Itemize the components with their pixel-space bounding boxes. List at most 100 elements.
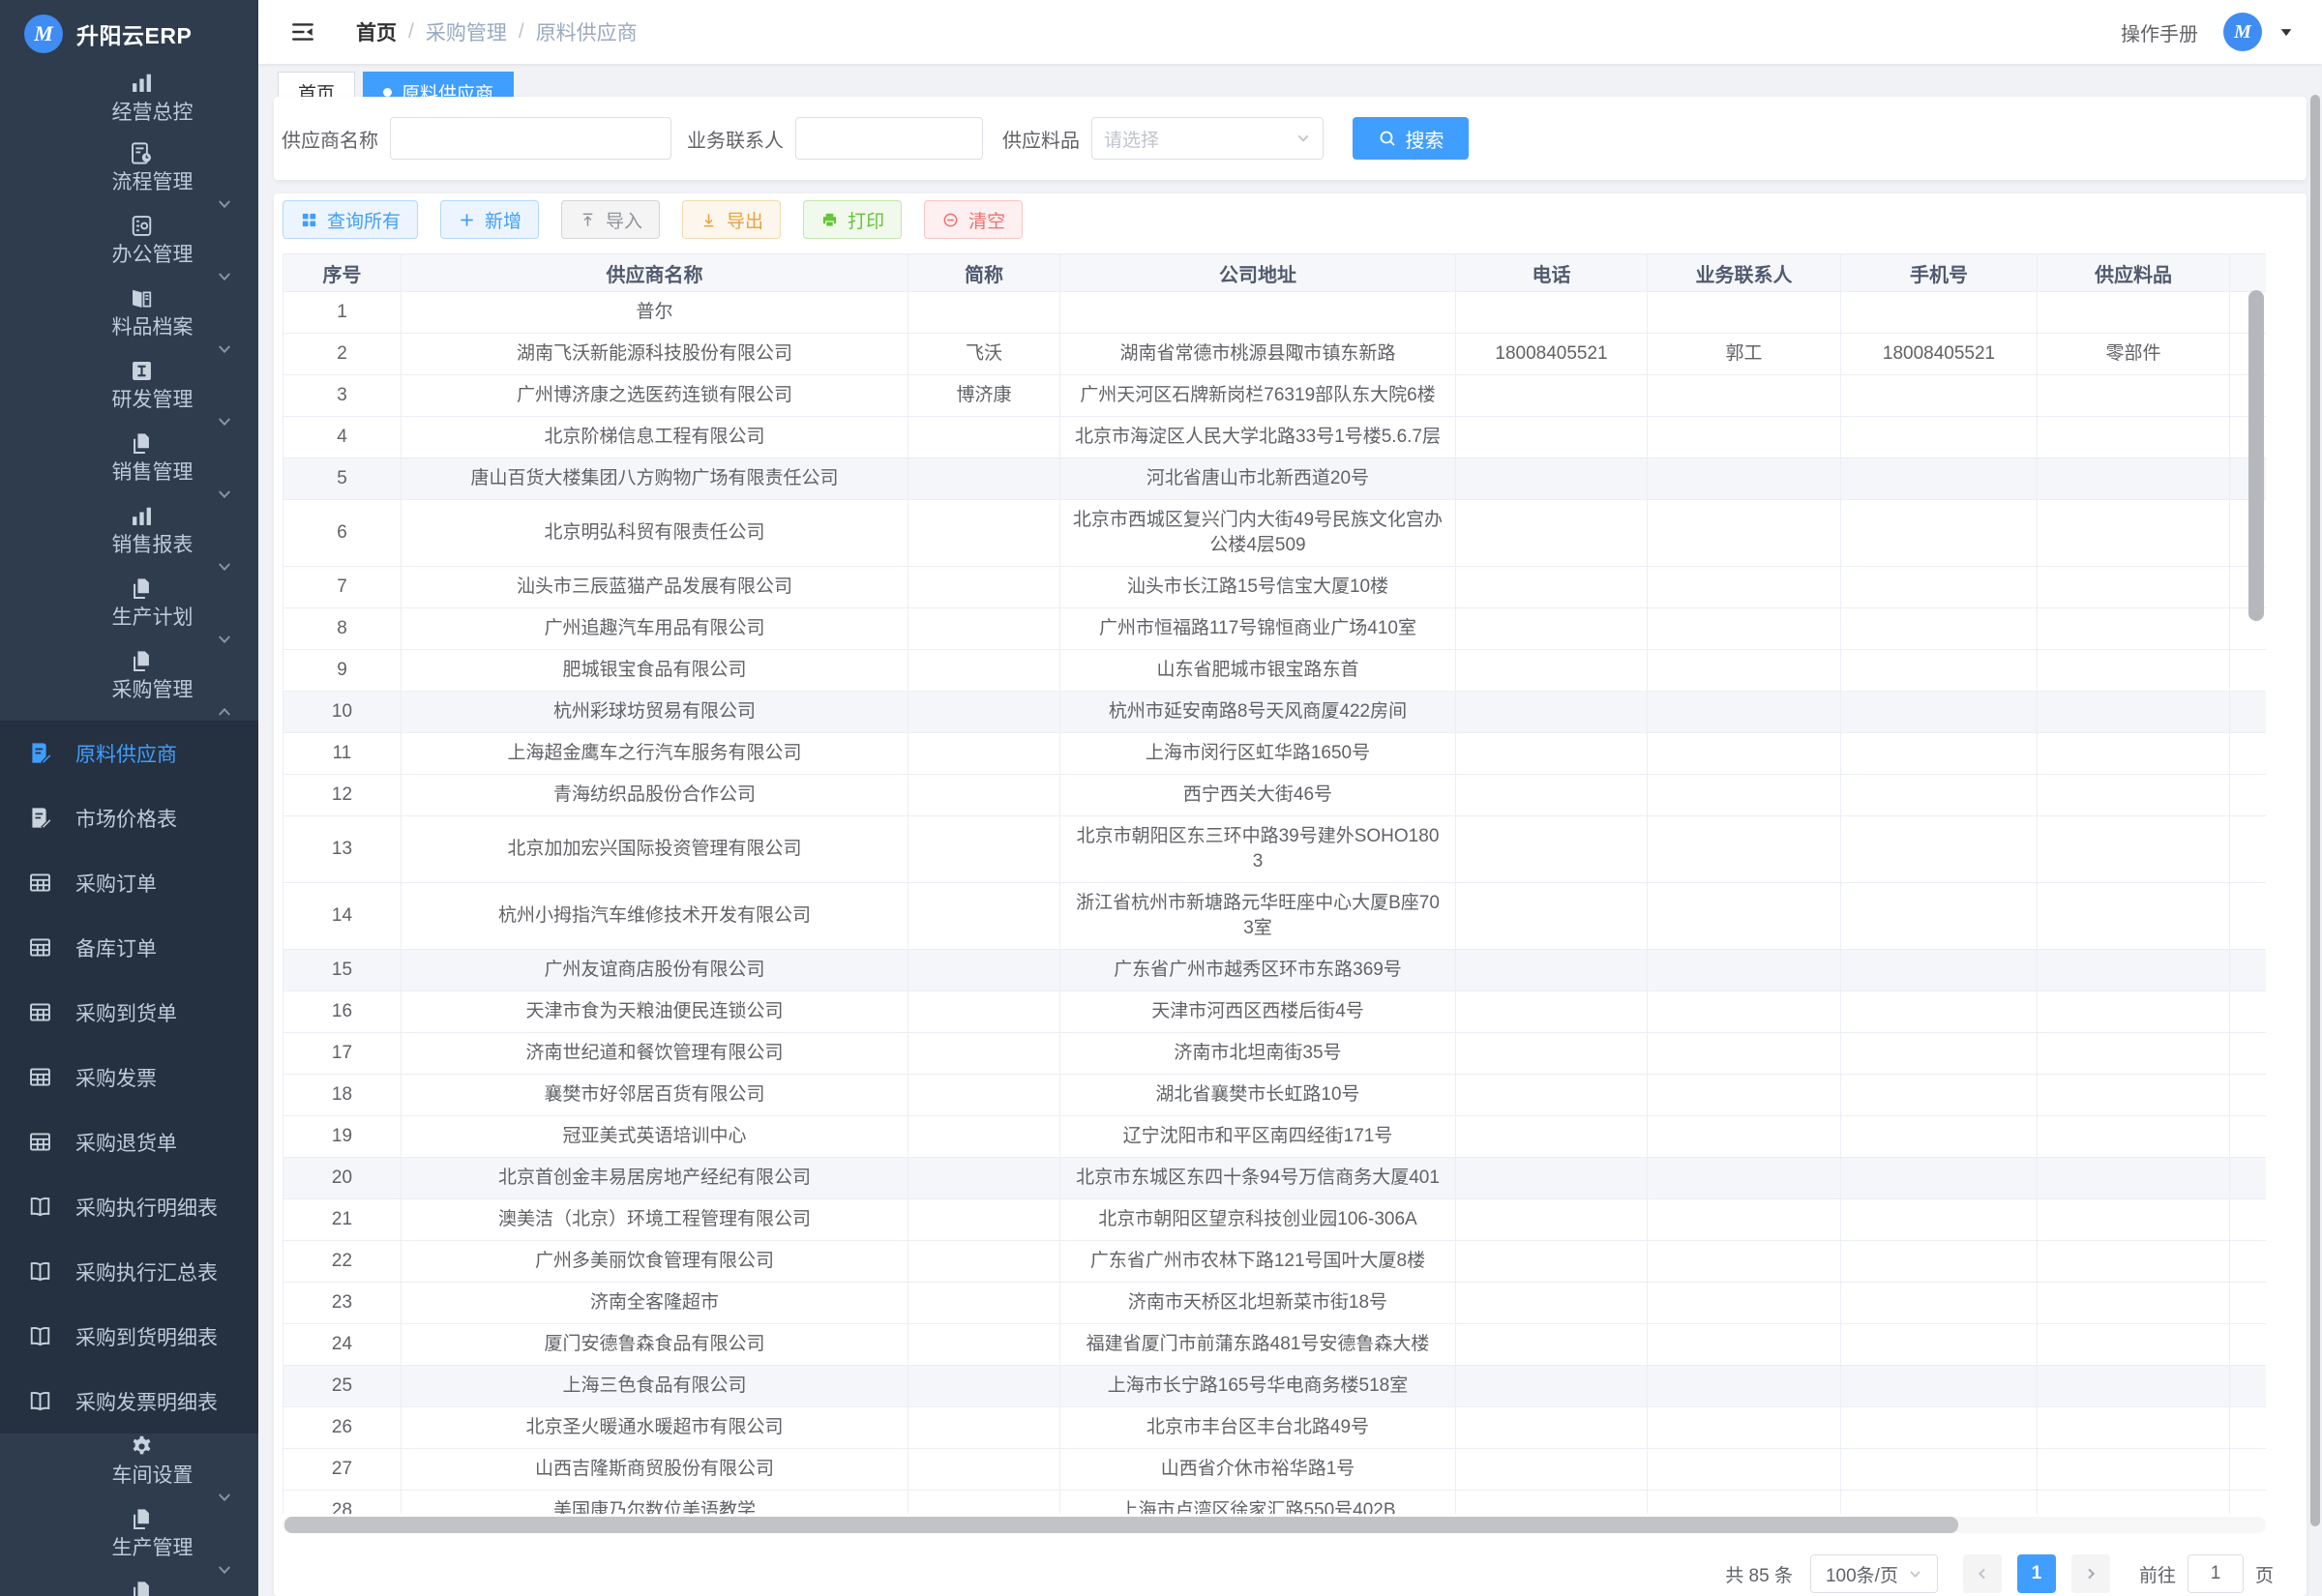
next-page-button[interactable] — [2071, 1554, 2110, 1593]
sidebar-item-采购发票[interactable]: 采购发票 — [0, 1045, 258, 1109]
table-vertical-scrollbar[interactable] — [2248, 290, 2264, 621]
导入-button[interactable]: 导入 — [561, 200, 660, 239]
sidebar-item-采购管理[interactable]: 采购管理 — [0, 648, 258, 721]
column-header-简称: 简称 — [908, 254, 1060, 292]
table-row[interactable]: 11上海超金鹰车之行汽车服务有限公司上海市闵行区虹华路1650号 — [283, 733, 2267, 775]
table-cell — [1841, 1324, 2038, 1366]
table-row[interactable]: 14杭州小拇指汽车维修技术开发有限公司浙江省杭州市新塘路元华旺座中心大厦B座70… — [283, 883, 2267, 950]
table-cell: 北京市东城区东四十条94号万信商务大厦401 — [1060, 1158, 1456, 1199]
table-row[interactable]: 23济南全客隆超市济南市天桥区北坦新菜市街18号 — [283, 1283, 2267, 1324]
导出-button[interactable]: 导出 — [682, 200, 781, 239]
prev-page-button[interactable] — [1963, 1554, 2002, 1593]
current-page-button[interactable]: 1 — [2017, 1554, 2056, 1593]
sidebar-item-采购执行汇总表[interactable]: 采购执行汇总表 — [0, 1239, 258, 1304]
sidebar-item-车间设置[interactable]: 车间设置 — [0, 1433, 258, 1506]
table-row[interactable]: 20北京首创金丰易居房地产经纪有限公司北京市东城区东四十条94号万信商务大厦40… — [283, 1158, 2267, 1199]
table-cell — [1648, 1491, 1841, 1515]
table-row[interactable]: 1普尔 — [283, 292, 2267, 334]
table-cell — [2038, 1283, 2230, 1324]
table-row[interactable]: 9肥城银宝食品有限公司山东省肥城市银宝路东首 — [283, 650, 2267, 692]
sidebar-item-采购到货明细表[interactable]: 采购到货明细表 — [0, 1304, 258, 1369]
sidebar-item-生产计划[interactable]: 生产计划 — [0, 576, 258, 648]
sidebar-item-采购退货单[interactable]: 采购退货单 — [0, 1109, 258, 1174]
table-row[interactable]: 19冠亚美式英语培训中心辽宁沈阳市和平区南四经街171号 — [283, 1116, 2267, 1158]
sidebar-item-label: 采购执行明细表 — [75, 1193, 218, 1222]
table-cell: 3 — [283, 375, 402, 417]
material-select[interactable]: 请选择 — [1091, 117, 1324, 160]
sidebar-item-销售管理[interactable]: 销售管理 — [0, 430, 258, 503]
table-row[interactable]: 25上海三色食品有限公司上海市长宁路165号华电商务楼518室 — [283, 1366, 2267, 1407]
sidebar-item-原料供应商[interactable]: 原料供应商 — [0, 721, 258, 785]
table-row[interactable]: 4北京阶梯信息工程有限公司北京市海淀区人民大学北路33号1号楼5.6.7层 — [283, 417, 2267, 458]
table-row[interactable]: 16天津市食为天粮油便民连锁公司天津市河西区西楼后街4号 — [283, 991, 2267, 1033]
table-row[interactable]: 18襄樊市好邻居百货有限公司湖北省襄樊市长虹路10号 — [283, 1075, 2267, 1116]
supplier-name-input[interactable] — [390, 117, 671, 160]
table-row[interactable]: 13北京加加宏兴国际投资管理有限公司北京市朝阳区东三环中路39号建外SOHO18… — [283, 816, 2267, 883]
horizontal-scrollbar-thumb[interactable] — [284, 1517, 1958, 1533]
table-row[interactable]: 22广州多美丽饮食管理有限公司广东省广州市农林下路121号国叶大厦8楼 — [283, 1241, 2267, 1283]
table-cell — [908, 1116, 1060, 1158]
table-row[interactable]: 8广州追趣汽车用品有限公司广州市恒福路117号锦恒商业广场410室 — [283, 608, 2267, 650]
table-cell: 普尔 — [402, 292, 908, 334]
sidebar-item-销售报表[interactable]: 销售报表 — [0, 503, 258, 576]
table-row[interactable]: 27山西吉隆斯商贸股份有限公司山西省介休市裕华路1号 — [283, 1449, 2267, 1491]
table-row[interactable]: 3广州博济康之选医药连锁有限公司博济康广州天河区石牌新岗栏76319部队东大院6… — [283, 375, 2267, 417]
button-label: 清空 — [968, 207, 1005, 233]
page-size-select[interactable]: 100条/页 — [1810, 1554, 1938, 1593]
table-cell: 广东省广州市农林下路121号国叶大厦8楼 — [1060, 1241, 1456, 1283]
table-row[interactable]: 21澳美洁（北京）环境工程管理有限公司北京市朝阳区望京科技创业园106-306A — [283, 1199, 2267, 1241]
table-cell — [1456, 375, 1648, 417]
sidebar-item-采购订单[interactable]: 采购订单 — [0, 850, 258, 915]
sidebar-item-label: 研发管理 — [112, 384, 194, 413]
avatar[interactable]: M — [2223, 13, 2262, 51]
table-row[interactable]: 7汕头市三辰蓝猫产品发展有限公司汕头市长江路15号信宝大厦10楼 — [283, 567, 2267, 608]
table-cell: 美国康乃尔数位美语教学 — [402, 1491, 908, 1515]
sidebar-item-采购发票明细表[interactable]: 采购发票明细表 — [0, 1369, 258, 1433]
table-cell — [1648, 816, 1841, 883]
table-cell — [908, 417, 1060, 458]
search-button[interactable]: 搜索 — [1353, 117, 1469, 160]
table-row[interactable]: 17济南世纪道和餐饮管理有限公司济南市北坦南街35号 — [283, 1033, 2267, 1075]
table-cell: 浙江省杭州市新塘路元华旺座中心大厦B座703室 — [1060, 883, 1456, 950]
sidebar-item-办公管理[interactable]: 办公管理 — [0, 213, 258, 285]
清空-button[interactable]: 清空 — [924, 200, 1023, 239]
table-row[interactable]: 5唐山百货大楼集团八方购物广场有限责任公司河北省唐山市北新西道20号 — [283, 458, 2267, 500]
table-row[interactable]: 10杭州彩球坊贸易有限公司杭州市延安南路8号天风商厦422房间 — [283, 692, 2267, 733]
sidebar-item-采购到货单[interactable]: 采购到货单 — [0, 980, 258, 1045]
caret-down-icon[interactable] — [2279, 25, 2293, 39]
table-row[interactable]: 2湖南飞沃新能源科技股份有限公司飞沃湖南省常德市桃源县陬市镇东新路1800840… — [283, 334, 2267, 375]
table-row[interactable]: 6北京明弘科贸有限责任公司北京市西城区复兴门内大街49号民族文化宫办公楼4层50… — [283, 500, 2267, 567]
page-scrollbar-thumb[interactable] — [2310, 95, 2320, 1526]
打印-button[interactable]: 打印 — [803, 200, 902, 239]
table-cell — [1841, 375, 2038, 417]
table-cell: 北京市朝阳区东三环中路39号建外SOHO1803 — [1060, 816, 1456, 883]
sidebar-item-市场价格表[interactable]: 市场价格表 — [0, 785, 258, 850]
contact-input[interactable] — [795, 117, 983, 160]
breadcrumb-item-首页[interactable]: 首页 — [356, 17, 397, 46]
table-cell — [2230, 1491, 2267, 1515]
table-row[interactable]: 24厦门安德鲁森食品有限公司福建省厦门市前蒲东路481号安德鲁森大楼 — [283, 1324, 2267, 1366]
sidebar-item-料品档案[interactable]: 料品档案 — [0, 285, 258, 358]
sidebar-item-采购执行明细表[interactable]: 采购执行明细表 — [0, 1174, 258, 1239]
sidebar-item-生产管理[interactable]: 生产管理 — [0, 1506, 258, 1579]
sidebar-item-研发管理[interactable]: 研发管理 — [0, 358, 258, 430]
goto-page-input[interactable] — [2188, 1554, 2244, 1593]
sidebar-item-经营总控[interactable]: 经营总控 — [0, 68, 258, 140]
table-cell: 西宁西关大街46号 — [1060, 775, 1456, 816]
sidebar-item-加工车间[interactable]: 加工车间 — [0, 1579, 258, 1596]
新增-button[interactable]: 新增 — [440, 200, 539, 239]
查询所有-button[interactable]: 查询所有 — [283, 200, 418, 239]
sidebar-item-流程管理[interactable]: 流程管理 — [0, 140, 258, 213]
chevron-down-icon — [216, 1489, 233, 1506]
table-row[interactable]: 28美国康乃尔数位美语教学上海市卢湾区徐家汇路550号402B — [283, 1491, 2267, 1515]
menu-fold-icon[interactable] — [290, 19, 315, 44]
table-cell — [1456, 991, 1648, 1033]
table-cell: 5 — [283, 458, 402, 500]
chevron-down-icon — [216, 486, 233, 503]
table-cell — [908, 883, 1060, 950]
help-manual-link[interactable]: 操作手册 — [2121, 18, 2198, 46]
sidebar-item-备库订单[interactable]: 备库订单 — [0, 915, 258, 980]
table-row[interactable]: 26北京圣火暖通水暖超市有限公司北京市丰台区丰台北路49号 — [283, 1407, 2267, 1449]
table-row[interactable]: 15广州友谊商店股份有限公司广东省广州市越秀区环市东路369号 — [283, 950, 2267, 991]
table-row[interactable]: 12青海纺织品股份合作公司西宁西关大街46号 — [283, 775, 2267, 816]
